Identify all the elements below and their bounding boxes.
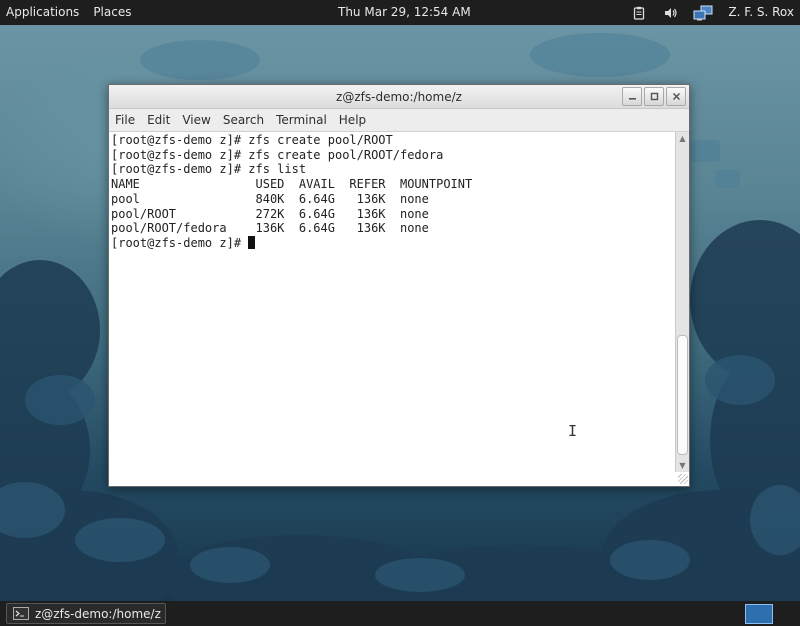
- terminal-line: NAME USED AVAIL REFER MOUNTPOINT: [111, 177, 473, 192]
- close-icon[interactable]: [666, 87, 686, 106]
- menu-file[interactable]: File: [109, 109, 141, 132]
- menu-search[interactable]: Search: [217, 109, 270, 132]
- terminal-area[interactable]: [root@zfs-demo z]# zfs create pool/ROOT[…: [109, 132, 689, 485]
- menu-terminal[interactable]: Terminal: [270, 109, 333, 132]
- places-menu[interactable]: Places: [86, 0, 138, 25]
- terminal-prompt-line[interactable]: [root@zfs-demo z]#: [111, 235, 472, 251]
- scroll-down-icon[interactable]: ▼: [676, 459, 689, 472]
- window-controls: [620, 87, 686, 106]
- terminal-line: pool/ROOT/fedora 136K 6.64G 136K none: [111, 221, 429, 236]
- system-tray: Z. F. S. Rox: [628, 0, 800, 25]
- terminal-scrollbar[interactable]: ▲ ▼: [675, 132, 689, 472]
- minimize-icon[interactable]: [622, 87, 642, 106]
- terminal-line: [root@zfs-demo z]# zfs create pool/ROOT: [111, 133, 393, 147]
- scroll-up-icon[interactable]: ▲: [676, 132, 689, 145]
- menu-view[interactable]: View: [176, 109, 216, 132]
- applications-menu[interactable]: Applications: [0, 0, 86, 25]
- workspace-switcher-icon[interactable]: [745, 604, 773, 624]
- volume-icon[interactable]: [660, 0, 682, 25]
- menubar: File Edit View Search Terminal Help: [109, 109, 689, 132]
- user-menu[interactable]: Z. F. S. Rox: [724, 0, 800, 25]
- terminal-icon: [13, 607, 29, 620]
- scrollbar-thumb[interactable]: [677, 335, 688, 455]
- bottom-panel: z@zfs-demo:/home/z: [0, 601, 800, 626]
- text-cursor: [248, 235, 256, 249]
- menu-edit[interactable]: Edit: [141, 109, 176, 132]
- resize-grip-icon[interactable]: [678, 474, 688, 484]
- maximize-icon[interactable]: [644, 87, 664, 106]
- clipboard-icon[interactable]: [628, 0, 650, 25]
- terminal-output[interactable]: [root@zfs-demo z]# zfs create pool/ROOT[…: [111, 133, 472, 251]
- top-panel: Applications Places Thu Mar 29, 12:54 AM…: [0, 0, 800, 25]
- terminal-line: pool/ROOT 272K 6.64G 136K none: [111, 206, 429, 221]
- menu-help[interactable]: Help: [333, 109, 372, 132]
- terminal-line: pool 840K 6.64G 136K none: [111, 191, 429, 206]
- network-icon[interactable]: [692, 0, 714, 25]
- terminal-line: [root@zfs-demo z]# zfs list: [111, 162, 307, 177]
- terminal-line: [root@zfs-demo z]# zfs create pool/ROOT/…: [111, 147, 444, 162]
- taskbar-window-label: z@zfs-demo:/home/z: [35, 606, 161, 621]
- window-title: z@zfs-demo:/home/z: [336, 90, 462, 104]
- terminal-prompt: [root@zfs-demo z]#: [111, 235, 249, 250]
- ibeam-cursor-icon: I: [568, 422, 578, 440]
- window-titlebar[interactable]: z@zfs-demo:/home/z: [109, 85, 689, 109]
- taskbar-window-button[interactable]: z@zfs-demo:/home/z: [6, 603, 166, 624]
- terminal-window: z@zfs-demo:/home/z File Edit View Search…: [108, 84, 690, 487]
- clock[interactable]: Thu Mar 29, 12:54 AM: [338, 0, 471, 25]
